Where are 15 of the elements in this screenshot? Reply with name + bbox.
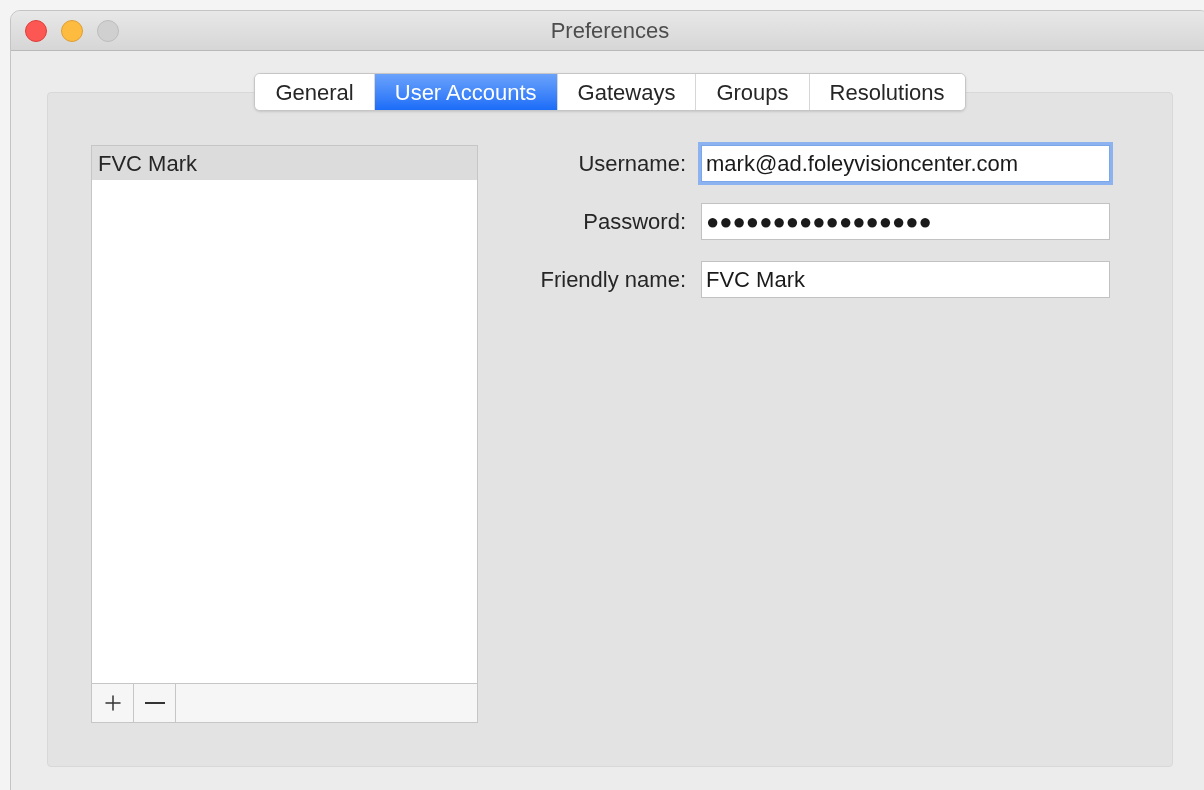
account-list-item[interactable]: FVC Mark (92, 146, 477, 180)
tab[interactable]: Gateways (556, 74, 696, 110)
field-label: Username: (577, 150, 686, 178)
input-field[interactable]: FVC Mark (701, 261, 1110, 298)
input-field[interactable]: mark@ad.foleyvisioncenter.com (701, 145, 1110, 182)
minus-icon (144, 702, 165, 704)
zoom-icon (97, 19, 119, 42)
window-title: Preferences (550, 17, 670, 45)
tab[interactable]: General (255, 74, 374, 110)
tab[interactable]: Resolutions (808, 74, 965, 110)
tab[interactable]: Groups (695, 74, 809, 110)
input-field[interactable]: ●●●●●●●●●●●●●●●●● (701, 203, 1110, 240)
field-label: Password: (582, 208, 686, 236)
field-label: Friendly name: (539, 266, 686, 294)
close-icon[interactable] (25, 19, 47, 42)
